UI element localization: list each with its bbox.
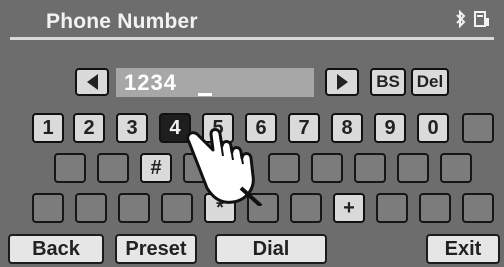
title-bar: Phone Number	[0, 0, 504, 42]
key-0[interactable]: 0	[417, 113, 449, 143]
chevron-right-icon	[336, 74, 348, 90]
empty-key	[376, 193, 408, 223]
empty-key	[311, 153, 343, 183]
title-divider	[10, 37, 494, 40]
preset-button[interactable]: Preset	[115, 234, 197, 264]
empty-key	[462, 193, 494, 223]
empty-key	[419, 193, 451, 223]
empty-key	[97, 153, 129, 183]
pointing-hand-icon	[183, 122, 283, 208]
chevron-left-icon	[86, 74, 98, 90]
backspace-button[interactable]: BS	[370, 68, 406, 96]
key-plus[interactable]: +	[333, 193, 365, 223]
cursor-right-button[interactable]	[325, 68, 359, 96]
exit-button[interactable]: Exit	[426, 234, 500, 264]
key-1[interactable]: 1	[32, 113, 64, 143]
key-2[interactable]: 2	[73, 113, 105, 143]
empty-key	[440, 153, 472, 183]
empty-key	[462, 113, 494, 143]
key-3[interactable]: 3	[116, 113, 148, 143]
empty-key	[32, 193, 64, 223]
key-9[interactable]: 9	[374, 113, 406, 143]
dial-button[interactable]: Dial	[215, 234, 327, 264]
bluetooth-icon	[455, 9, 467, 33]
phone-book-icon	[474, 10, 490, 33]
page-title: Phone Number	[46, 10, 198, 33]
back-button[interactable]: Back	[8, 234, 104, 264]
phone-number-value: 1234	[124, 70, 177, 95]
key-7[interactable]: 7	[288, 113, 320, 143]
cursor-left-button[interactable]	[75, 68, 109, 96]
empty-key	[54, 153, 86, 183]
phone-number-screen: Phone Number 1234 BS Del 1 2 3 4 5 6 7 8…	[0, 0, 504, 267]
key-hash[interactable]: #	[140, 153, 172, 183]
delete-button[interactable]: Del	[411, 68, 449, 96]
empty-key	[118, 193, 150, 223]
empty-key	[354, 153, 386, 183]
key-8[interactable]: 8	[331, 113, 363, 143]
empty-key	[397, 153, 429, 183]
empty-key	[290, 193, 322, 223]
status-icons	[453, 9, 490, 33]
empty-key	[75, 193, 107, 223]
text-cursor	[198, 93, 212, 96]
phone-number-display: 1234	[116, 68, 314, 97]
